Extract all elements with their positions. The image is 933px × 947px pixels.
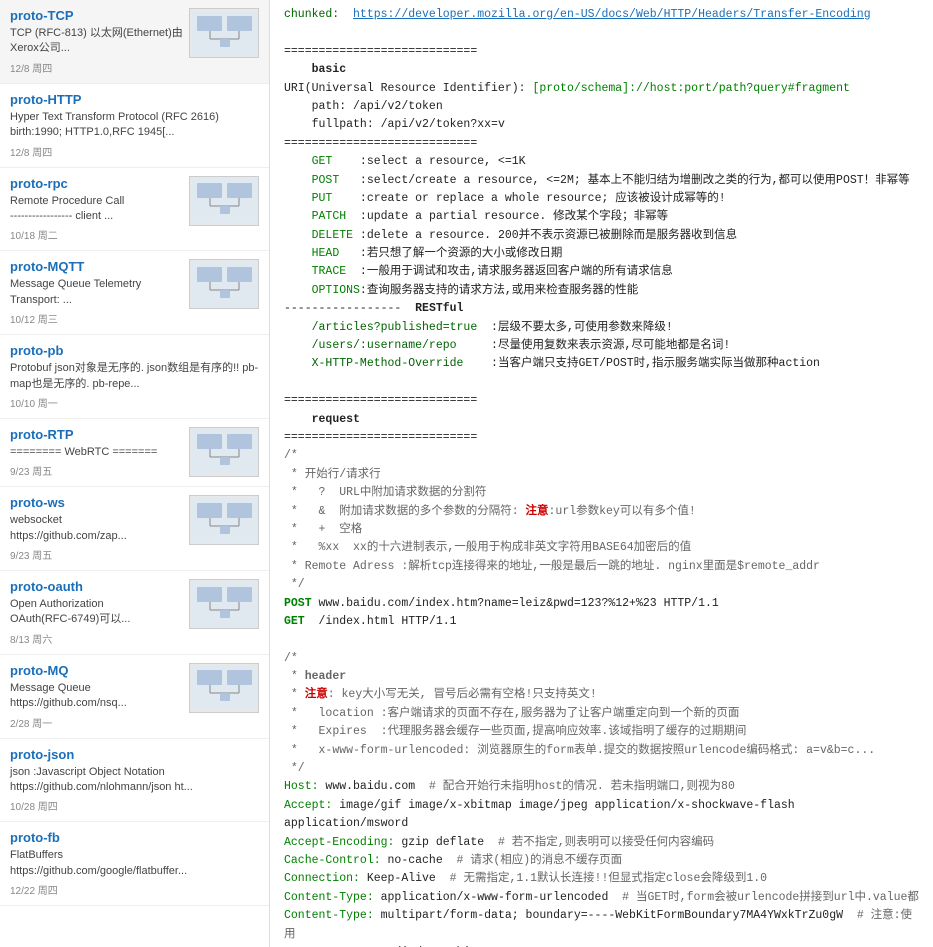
sidebar: proto-TCP TCP (RFC-813) 以太网(Ethernet)由Xe… — [0, 0, 270, 947]
sidebar-item-proto-oauth[interactable]: proto-oauth Open AuthorizationOAuth(RFC-… — [0, 571, 269, 655]
sidebar-title-proto-fb: proto-fb — [10, 830, 259, 845]
sidebar-item-proto-rpc[interactable]: proto-rpc Remote Procedure Call---------… — [0, 168, 269, 252]
sidebar-meta-proto-mq: 2/28 周一 — [10, 715, 259, 730]
sidebar-item-proto-rtp[interactable]: proto-RTP ======== WebRTC ======= 9/23 周… — [0, 419, 269, 487]
sidebar-thumb-proto-mqtt — [189, 259, 259, 309]
main-content: chunked: https://developer.mozilla.org/e… — [270, 0, 933, 947]
sidebar-desc-proto-fb: FlatBuffershttps://github.com/google/fla… — [10, 848, 259, 879]
content-text: chunked: https://developer.mozilla.org/e… — [284, 6, 919, 947]
sidebar-thumb-proto-mq — [189, 663, 259, 713]
sidebar-item-proto-pb[interactable]: proto-pb Protobuf json对象是无序的. json数组是有序的… — [0, 335, 269, 419]
sidebar-item-proto-mqtt[interactable]: proto-MQTT Message Queue Telemetry Trans… — [0, 251, 269, 335]
sidebar-title-proto-json: proto-json — [10, 747, 259, 762]
sidebar-item-proto-fb[interactable]: proto-fb FlatBuffershttps://github.com/g… — [0, 822, 269, 906]
sidebar-title-proto-pb: proto-pb — [10, 343, 259, 358]
sidebar-item-proto-ws[interactable]: proto-ws websockethttps://github.com/zap… — [0, 487, 269, 571]
sidebar-desc-proto-pb: Protobuf json对象是无序的. json数组是有序的!! pb-map… — [10, 361, 259, 392]
sidebar-thumb-proto-oauth — [189, 579, 259, 629]
sidebar-title-proto-http: proto-HTTP — [10, 92, 259, 107]
sidebar-thumb-proto-rpc — [189, 176, 259, 226]
sidebar-item-proto-json[interactable]: proto-json json :Javascript Object Notat… — [0, 739, 269, 823]
sidebar-desc-proto-json: json :Javascript Object Notationhttps://… — [10, 765, 259, 796]
sidebar-item-proto-http[interactable]: proto-HTTP Hyper Text Transform Protocol… — [0, 84, 269, 168]
sidebar-meta-proto-http: 12/8 周四 — [10, 144, 259, 159]
sidebar-meta-proto-fb: 12/22 周四 — [10, 882, 259, 897]
sidebar-meta-proto-pb: 10/10 周一 — [10, 395, 259, 410]
sidebar-meta-proto-json: 10/28 周四 — [10, 798, 259, 813]
sidebar-thumb-proto-ws — [189, 495, 259, 545]
chunked-link[interactable]: https://developer.mozilla.org/en-US/docs… — [353, 8, 871, 21]
sidebar-item-proto-tcp[interactable]: proto-TCP TCP (RFC-813) 以太网(Ethernet)由Xe… — [0, 0, 269, 84]
sidebar-meta-proto-mqtt: 10/12 周三 — [10, 311, 259, 326]
sidebar-desc-proto-http: Hyper Text Transform Protocol (RFC 2616)… — [10, 110, 259, 141]
sidebar-meta-proto-ws: 9/23 周五 — [10, 547, 259, 562]
sidebar-meta-proto-oauth: 8/13 周六 — [10, 631, 259, 646]
sidebar-thumb-proto-rtp — [189, 427, 259, 477]
sidebar-item-proto-mq[interactable]: proto-MQ Message Queuehttps://github.com… — [0, 655, 269, 739]
sidebar-thumb-proto-tcp — [189, 8, 259, 58]
sidebar-meta-proto-rpc: 10/18 周二 — [10, 227, 259, 242]
sidebar-meta-proto-tcp: 12/8 周四 — [10, 60, 259, 75]
